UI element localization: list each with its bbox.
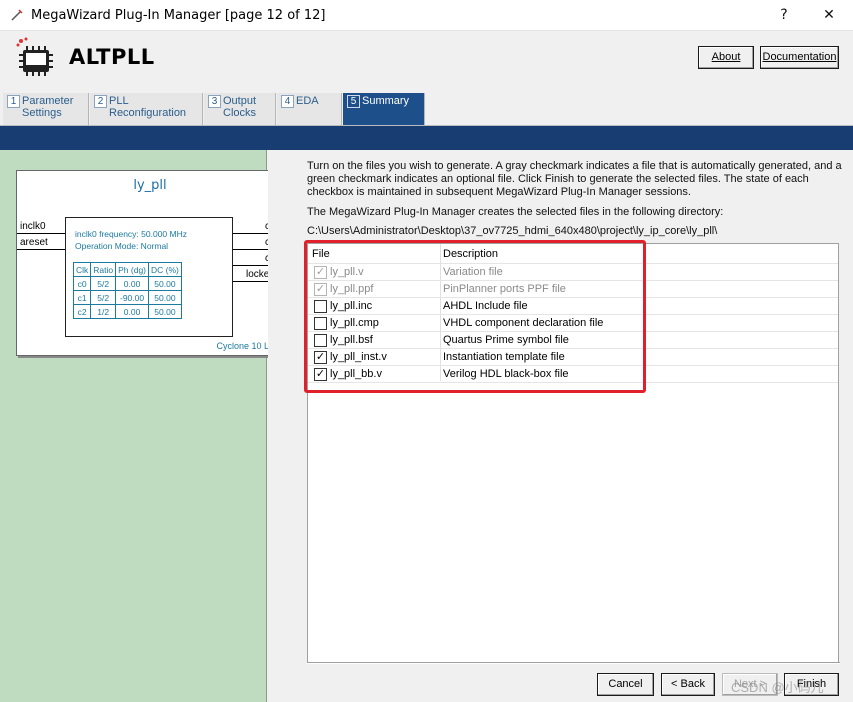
highlight-annotation [304, 240, 646, 393]
tab-number: 4 [281, 95, 294, 108]
device-family: Cyclone 10 LP [216, 341, 275, 351]
tab-label: Clocks [223, 107, 257, 119]
window-title: MegaWizard Plug-In Manager [page 12 of 1… [31, 8, 326, 23]
symbol-name: ly_pll [133, 178, 167, 193]
product-name: ALTPLL [69, 45, 155, 69]
tab-label: Reconfiguration [109, 107, 187, 119]
close-button[interactable]: ✕ [809, 4, 849, 26]
cancel-button-label: Cancel [608, 678, 643, 690]
pll-block: inclk0 frequency: 50.000 MHz Operation M… [65, 217, 233, 337]
table-cell: c1 [72, 290, 92, 305]
footer-divider [307, 662, 840, 664]
tab-number: 2 [94, 95, 107, 108]
tab-label: EDA [296, 95, 319, 107]
about-button[interactable]: About [698, 46, 754, 69]
input-pin-areset: areset [20, 237, 48, 248]
table-cell: 50.00 [148, 304, 182, 319]
table-cell: 0.00 [115, 276, 149, 291]
tab-label: PLL [109, 95, 129, 107]
table-header: Ratio [90, 262, 117, 277]
tab-eda[interactable]: 4 EDA [277, 93, 342, 125]
pll-symbol: ly_pll inclk0 areset c0 c1 c2 locked inc… [16, 170, 284, 356]
inclk-frequency: inclk0 frequency: 50.000 MHz [75, 229, 187, 239]
tab-number: 1 [7, 95, 20, 108]
table-cell: 50.00 [148, 276, 182, 291]
tab-number: 3 [208, 95, 221, 108]
summary-description: Turn on the files you wish to generate. … [307, 160, 842, 198]
table-cell: c2 [72, 304, 92, 319]
table-header: Ph (dg) [115, 262, 149, 277]
table-cell: 50.00 [148, 290, 182, 305]
table-cell: c0 [72, 276, 92, 291]
operation-mode: Operation Mode: Normal [75, 241, 169, 251]
table-cell: 5/2 [90, 276, 117, 291]
clock-config-table: Clk Ratio Ph (dg) DC (%) c0 5/2 0.00 50.… [72, 262, 182, 319]
table-row: c1 5/2 -90.00 50.00 [72, 290, 182, 305]
tab-label: Output [223, 95, 257, 107]
cancel-button[interactable]: Cancel [597, 673, 654, 696]
watermark: CSDN @小码儿 [731, 680, 824, 695]
symbol-pane: ly_pll inclk0 areset c0 c1 c2 locked inc… [0, 150, 284, 702]
app-icon [10, 8, 24, 25]
table-row: c2 1/2 0.00 50.00 [72, 304, 182, 319]
tab-output-clocks[interactable]: 3 Output Clocks [204, 93, 276, 125]
table-cell: 1/2 [90, 304, 117, 319]
back-button[interactable]: < Back [661, 673, 715, 696]
directory-label: The MegaWizard Plug-In Manager creates t… [307, 206, 724, 218]
wizard-header: ALTPLL About Documentation [0, 31, 853, 93]
tab-number: 5 [347, 95, 360, 108]
documentation-button[interactable]: Documentation [760, 46, 839, 69]
pin-line [17, 249, 65, 250]
tab-label: Settings [22, 107, 62, 119]
summary-pane: Turn on the files you wish to generate. … [268, 150, 853, 702]
tab-pll-reconfiguration[interactable]: 2 PLL Reconfiguration [90, 93, 203, 125]
table-header: Clk [72, 262, 92, 277]
tab-label: Summary [362, 95, 410, 107]
table-cell: 0.00 [115, 304, 149, 319]
pin-line [17, 233, 65, 234]
title-bar: MegaWizard Plug-In Manager [page 12 of 1… [0, 0, 853, 31]
documentation-button-label: Documentation [762, 51, 837, 63]
tab-summary[interactable]: 5 Summary [343, 93, 425, 125]
about-button-label: About [711, 51, 741, 63]
back-button-label: < Back [671, 678, 705, 690]
tab-label: Parameter [22, 95, 74, 107]
table-row: c0 5/2 0.00 50.00 [72, 276, 182, 291]
table-cell: 5/2 [90, 290, 117, 305]
table-header: DC (%) [148, 262, 182, 277]
table-cell: -90.00 [115, 290, 149, 305]
help-button[interactable]: ? [764, 4, 804, 26]
tab-banner [0, 126, 853, 150]
wizard-tabs: 1 Parameter Settings 2 PLL Reconfiguration 3… [0, 93, 853, 126]
altpll-chip-icon [15, 36, 59, 83]
tab-parameter-settings[interactable]: 1 Parameter Settings [3, 93, 89, 125]
input-pin-inclk0: inclk0 [20, 221, 46, 232]
directory-path: C:\Users\Administrator\Desktop\37_ov7725… [307, 225, 718, 237]
